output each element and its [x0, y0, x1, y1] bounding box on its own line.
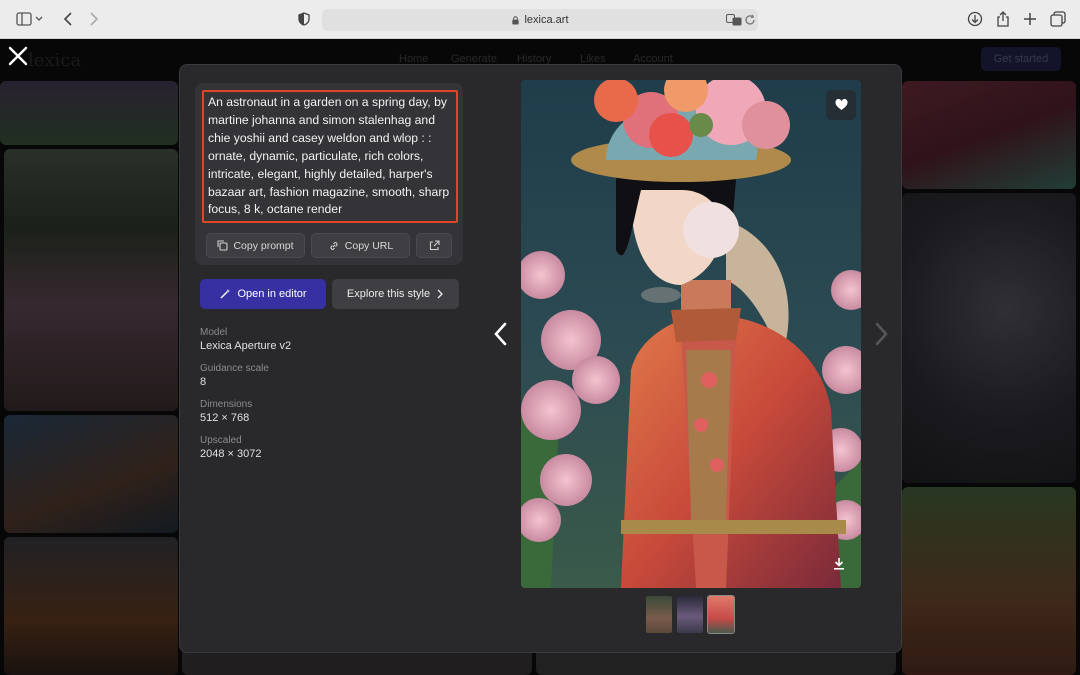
url-text: lexica.art	[524, 14, 569, 26]
heart-icon	[834, 99, 848, 110]
guidance-scale-value: 8	[200, 376, 207, 388]
thumbnail-image-selected[interactable]	[707, 595, 735, 634]
next-arrow-icon[interactable]	[873, 321, 891, 347]
explore-style-label: Explore this style	[346, 288, 431, 300]
download-button[interactable]	[826, 550, 852, 576]
explore-style-button[interactable]: Explore this style	[332, 279, 459, 309]
copy-prompt-label: Copy prompt	[233, 239, 294, 252]
upscaled-value: 2048 × 3072	[200, 448, 262, 460]
like-button[interactable]	[826, 90, 856, 120]
link-icon	[330, 241, 338, 250]
chevron-right-icon	[437, 289, 443, 299]
image-detail-modal: An astronaut in a garden on a spring day…	[179, 64, 902, 653]
close-icon[interactable]	[6, 44, 30, 68]
copy-url-label: Copy URL	[344, 239, 394, 252]
back-icon[interactable]	[58, 9, 78, 29]
sidebar-toggle-icon[interactable]	[14, 9, 34, 29]
wand-icon	[220, 289, 231, 299]
copy-icon	[217, 240, 228, 251]
generated-portrait-image	[521, 80, 861, 588]
forward-icon[interactable]	[84, 9, 104, 29]
open-external-button[interactable]	[416, 233, 452, 258]
reload-icon[interactable]	[740, 10, 760, 30]
gallery-image[interactable]	[902, 193, 1076, 483]
lock-icon	[512, 15, 520, 25]
gallery-image[interactable]	[4, 149, 178, 411]
dimensions-label: Dimensions	[200, 399, 253, 410]
gallery-image[interactable]	[0, 81, 178, 145]
download-icon	[834, 557, 844, 570]
external-link-icon	[429, 240, 440, 251]
privacy-shield-icon[interactable]	[294, 9, 314, 29]
model-value: Lexica Aperture v2	[200, 340, 292, 352]
dimensions-value: 512 × 768	[200, 412, 250, 424]
site-logo[interactable]: lexica	[28, 50, 81, 71]
prev-arrow-icon[interactable]	[491, 321, 509, 347]
thumbnail-image[interactable]	[677, 596, 703, 633]
tab-overview-icon[interactable]	[1048, 9, 1068, 29]
get-started-button[interactable]: Get started	[981, 47, 1061, 71]
gallery-image[interactable]	[902, 81, 1076, 189]
share-icon[interactable]	[993, 9, 1013, 29]
address-bar[interactable]: lexica.art	[322, 9, 758, 31]
prompt-text: An astronaut in a garden on a spring day…	[202, 90, 458, 223]
gallery-image[interactable]	[902, 487, 1076, 675]
upscaled-label: Upscaled	[200, 435, 242, 446]
browser-toolbar: lexica.art	[0, 0, 1080, 39]
chevron-down-icon[interactable]	[33, 9, 45, 29]
main-image[interactable]	[521, 80, 861, 588]
copy-url-button[interactable]: Copy URL	[311, 233, 410, 258]
copy-prompt-button[interactable]: Copy prompt	[206, 233, 305, 258]
downloads-icon[interactable]	[965, 9, 985, 29]
open-in-editor-label: Open in editor	[237, 288, 307, 300]
open-in-editor-button[interactable]: Open in editor	[200, 279, 326, 309]
prompt-panel: An astronaut in a garden on a spring day…	[195, 83, 463, 265]
gallery-image[interactable]	[4, 415, 178, 533]
thumbnail-image[interactable]	[646, 596, 672, 633]
gallery-image[interactable]	[4, 537, 178, 675]
guidance-scale-label: Guidance scale	[200, 363, 269, 374]
model-label: Model	[200, 327, 228, 338]
new-tab-icon[interactable]	[1020, 9, 1040, 29]
